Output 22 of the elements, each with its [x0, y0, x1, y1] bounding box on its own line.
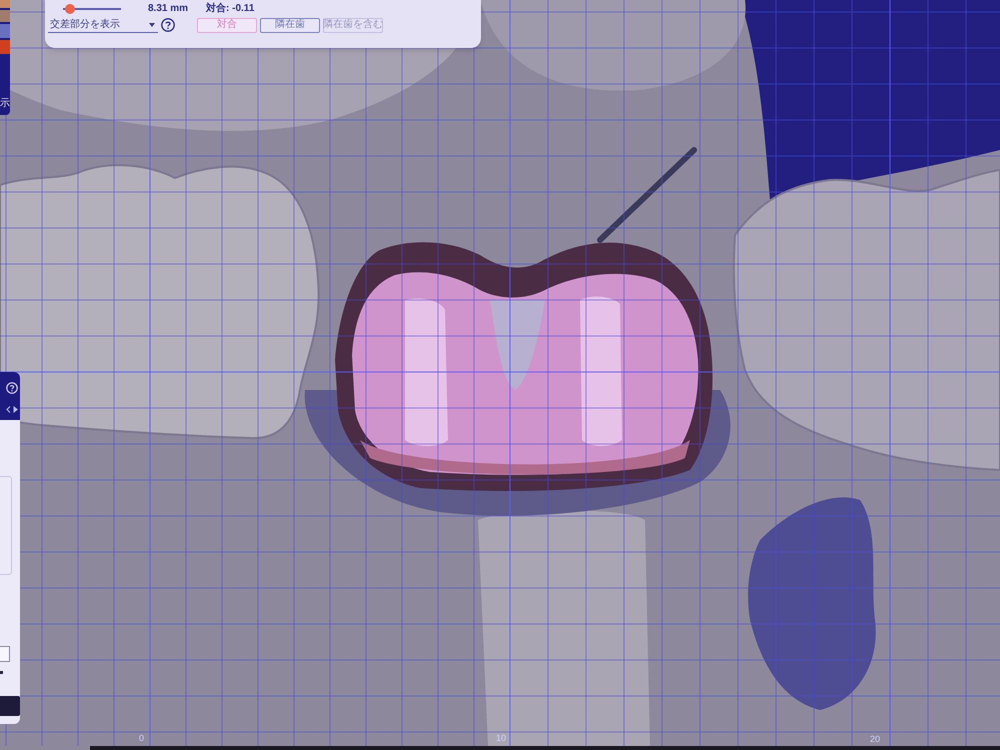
- help-icon[interactable]: [161, 18, 175, 32]
- distance-reading: 8.31 mm: [148, 2, 188, 15]
- display-dropdown[interactable]: 交差部分を表示: [48, 17, 158, 33]
- color-swatch-icon[interactable]: [0, 10, 10, 22]
- axis-label: 0: [139, 734, 144, 743]
- dropdown-value: 交差部分を表示: [50, 20, 120, 30]
- slider-thumb[interactable]: [65, 4, 76, 14]
- toggle-button[interactable]: 対合: [197, 18, 257, 32]
- color-swatch-icon[interactable]: [0, 40, 10, 54]
- occlusion-reading: 対合: -0.11: [206, 2, 254, 15]
- toolbar-label: 示: [0, 99, 10, 109]
- arrow-left-icon[interactable]: [6, 406, 11, 413]
- bullet-icon: [0, 671, 3, 674]
- color-swatch-icon[interactable]: [0, 24, 10, 38]
- triangle-right-icon[interactable]: [13, 406, 18, 413]
- toggle-button[interactable]: 隣在歯: [260, 18, 320, 32]
- caret-icon: [149, 22, 155, 26]
- color-swatch-icon[interactable]: [0, 0, 10, 8]
- axis-label: 10: [496, 734, 506, 743]
- input-field[interactable]: [0, 646, 10, 662]
- slider-track[interactable]: [63, 4, 121, 14]
- axis-label: 20: [870, 735, 880, 744]
